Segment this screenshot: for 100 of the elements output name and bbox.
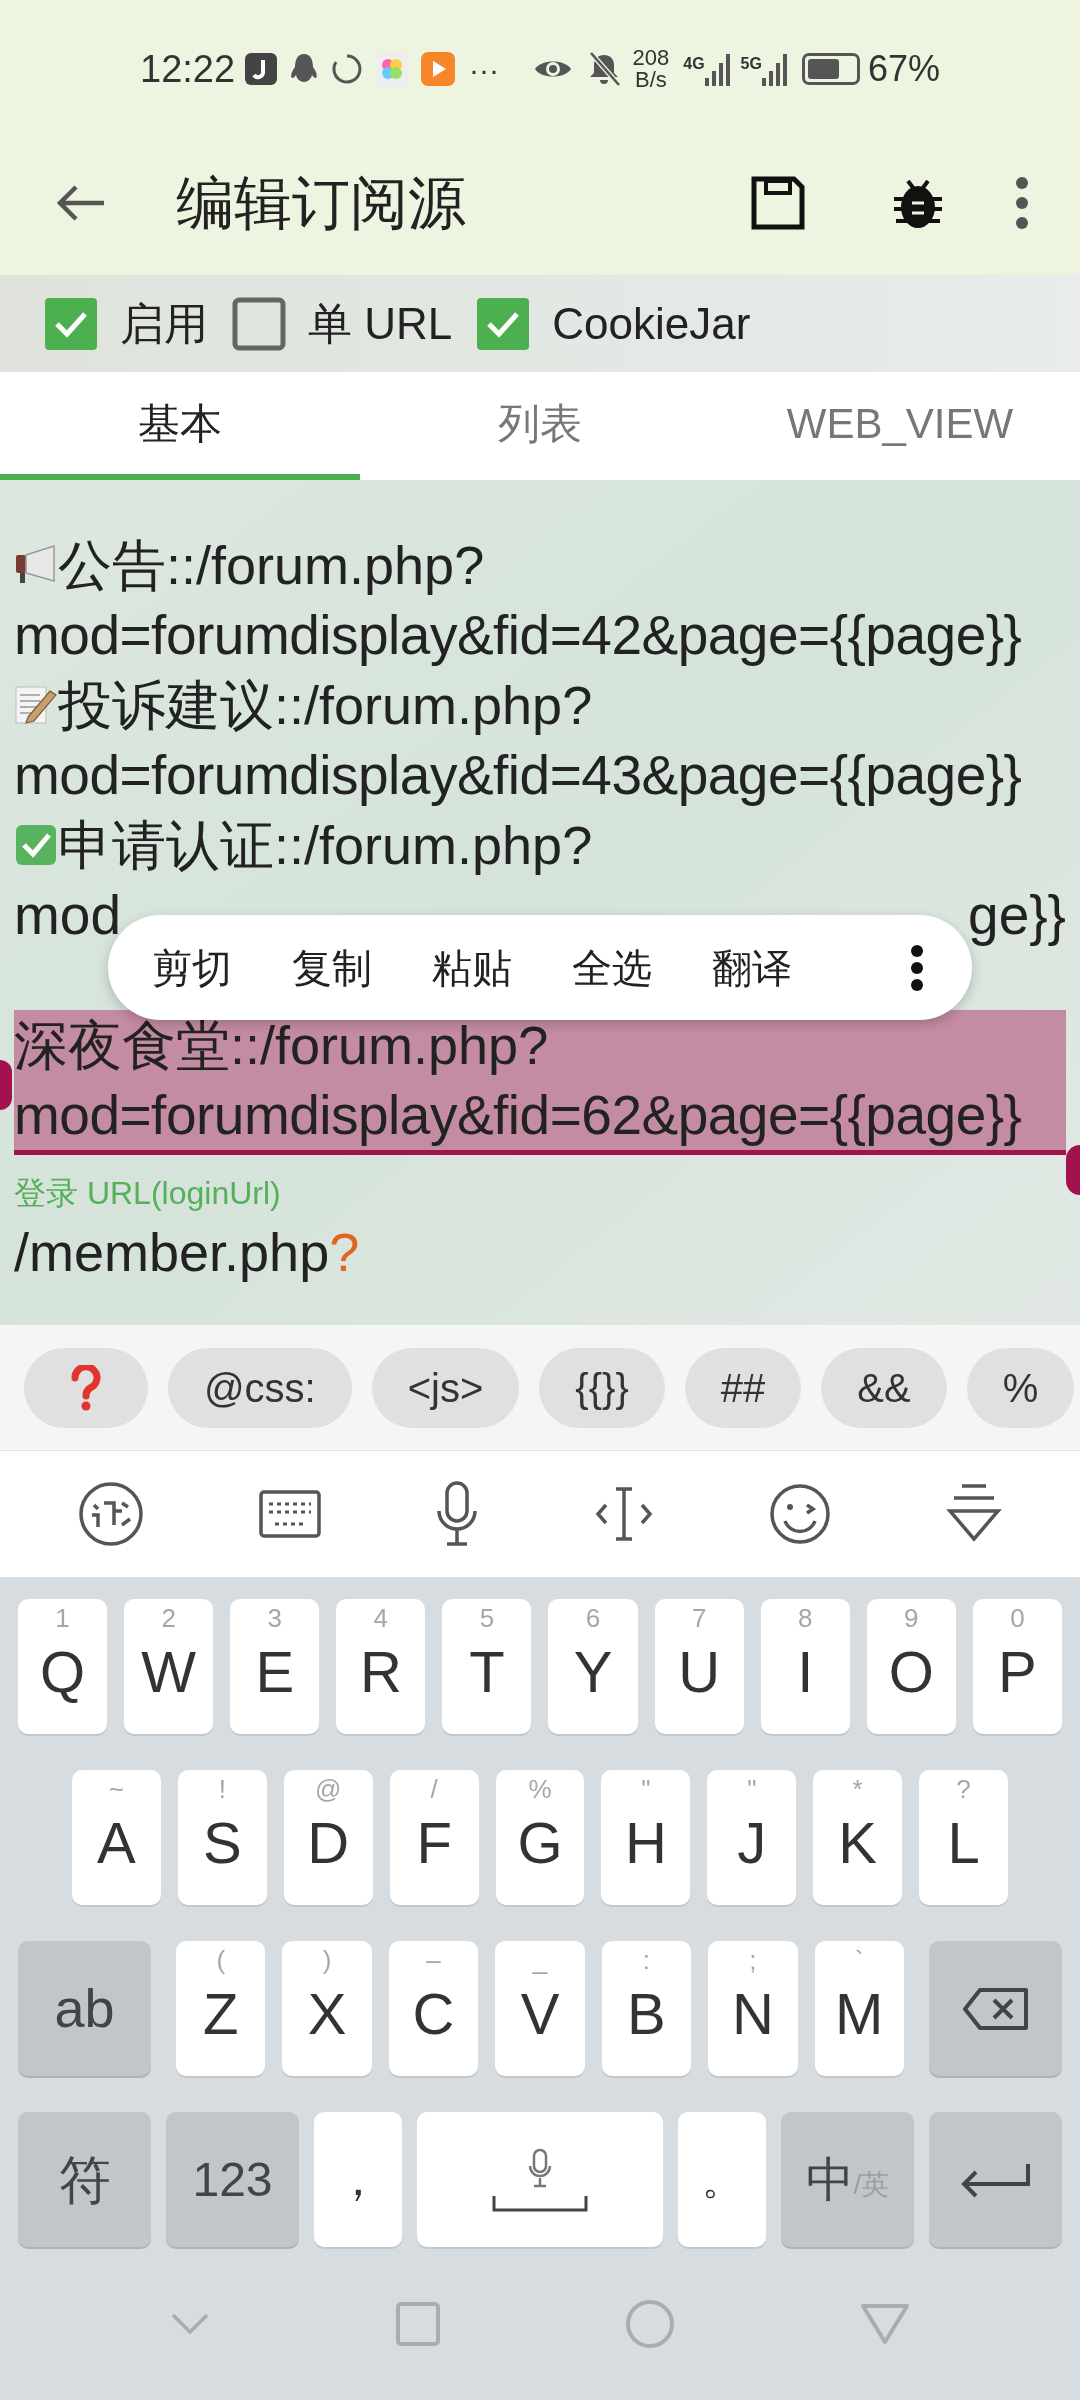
snippet-chip[interactable]: {{}}: [539, 1347, 665, 1428]
logo-icon[interactable]: [77, 1481, 144, 1547]
keyboard-key[interactable]: 8 I: [760, 1599, 850, 1734]
keyboard-key[interactable]: : B: [601, 1941, 692, 2076]
menu-item[interactable]: 翻译: [712, 937, 792, 998]
symbols-key[interactable]: 符: [18, 2112, 151, 2247]
shift-key[interactable]: ab: [18, 1941, 151, 2076]
checkbox[interactable]: [232, 296, 286, 351]
menu-item[interactable]: 粘贴: [432, 937, 512, 998]
snippet-chip[interactable]: <js>: [371, 1347, 520, 1428]
keyboard-key[interactable]: @ D: [283, 1770, 373, 1905]
keyboard-key[interactable]: _ V: [495, 1941, 585, 2076]
more-notifications: ···: [469, 51, 500, 88]
more-icon[interactable]: [910, 943, 924, 992]
checkbox[interactable]: [476, 296, 531, 351]
selection-handle[interactable]: [1066, 1145, 1080, 1195]
key-hint: ): [321, 1945, 333, 1975]
selection-handle[interactable]: [0, 1060, 12, 1110]
key-hint: @: [314, 1774, 343, 1804]
key-hint: –: [425, 1945, 442, 1975]
keyboard-key[interactable]: 2 W: [124, 1599, 214, 1734]
keyboard-key[interactable]: " J: [707, 1770, 797, 1905]
key-hint: 1: [54, 1603, 71, 1633]
keyboard-key[interactable]: 0 P: [972, 1599, 1062, 1734]
key-letter: V: [520, 1984, 560, 2043]
keyboard-icon[interactable]: [259, 1490, 321, 1538]
key-letter: N: [731, 1984, 774, 2043]
menu-item[interactable]: 全选: [572, 937, 652, 998]
menu-item[interactable]: 剪切: [152, 937, 232, 998]
backspace-key[interactable]: [929, 1941, 1062, 2076]
key-hint: 4: [372, 1603, 390, 1633]
enter-key[interactable]: [929, 2112, 1062, 2247]
checkbox[interactable]: [44, 296, 98, 351]
entry-title: 投诉建议::/forum.php?: [58, 673, 593, 737]
entry-title: 深夜食堂::/forum.php?: [14, 1013, 549, 1077]
status-time: 12:22: [140, 46, 236, 92]
keyboard-key[interactable]: * K: [813, 1770, 903, 1905]
keyboard-key[interactable]: 5 T: [442, 1599, 532, 1734]
numbers-key[interactable]: 123: [166, 2112, 299, 2247]
key-hint: 8: [797, 1603, 814, 1633]
keyboard-key[interactable]: " H: [601, 1770, 691, 1905]
battery-percent: 67%: [867, 47, 940, 91]
period-key[interactable]: 。: [678, 2112, 766, 2247]
space-key[interactable]: [417, 2112, 663, 2247]
tab[interactable]: 列表: [360, 372, 720, 480]
backspace-icon: [961, 1986, 1030, 2031]
signal-icon: [704, 52, 731, 86]
back-arrow-icon[interactable]: [56, 182, 106, 223]
menu-item[interactable]: 复制: [292, 937, 372, 998]
entry-query: mod=forumdisplay&fid=42&page={{page}}: [14, 602, 1022, 668]
key-letter: E: [255, 1642, 295, 1701]
key-hint: ;: [748, 1945, 758, 1975]
key-letter: S: [202, 1813, 242, 1872]
entry-title: 公告::/forum.php?: [58, 533, 485, 597]
key-hint: !: [217, 1774, 227, 1804]
speed-unit: B/s: [635, 69, 667, 91]
comma-key[interactable]: ，: [314, 2112, 402, 2247]
key-letter: Z: [203, 1984, 239, 2043]
key-letter: H: [624, 1813, 667, 1872]
save-icon[interactable]: [750, 174, 806, 231]
snippet-chip[interactable]: @css:: [168, 1347, 352, 1428]
signal-icon: [761, 52, 788, 86]
microphone-icon[interactable]: [436, 1481, 479, 1547]
keyboard-key[interactable]: ` M: [814, 1941, 904, 2076]
snippet-chip[interactable]: ##: [684, 1347, 802, 1428]
key-hint: 9: [903, 1603, 920, 1633]
key-letter: R: [359, 1642, 402, 1701]
keyboard-key[interactable]: / F: [389, 1770, 479, 1905]
key-letter: U: [678, 1642, 721, 1701]
enter-icon: [959, 2161, 1032, 2198]
keyboard-key[interactable]: 6 Y: [548, 1599, 638, 1734]
keyboard-key[interactable]: % G: [495, 1770, 585, 1905]
emoji-icon[interactable]: [768, 1483, 831, 1545]
app-notification-icon: [245, 53, 278, 85]
keyboard-key[interactable]: ~ A: [72, 1770, 161, 1905]
key-letter: G: [517, 1813, 563, 1872]
keyboard-key[interactable]: 7 U: [654, 1599, 744, 1734]
keyboard-key[interactable]: ; N: [708, 1941, 798, 2076]
key-letter: C: [412, 1984, 455, 2043]
keyboard-key[interactable]: ? L: [919, 1770, 1008, 1905]
login-url-value: /member.php: [14, 1220, 330, 1284]
keyboard-key[interactable]: ! S: [177, 1770, 267, 1905]
key-letter: Y: [573, 1642, 613, 1701]
keyboard-key[interactable]: 1 Q: [18, 1599, 108, 1734]
keyboard-key[interactable]: 9 O: [866, 1599, 956, 1734]
tab[interactable]: WEB_VIEW: [720, 372, 1080, 480]
memo-icon: [14, 683, 58, 727]
keyboard-key[interactable]: 4 R: [336, 1599, 426, 1734]
snippet-chip[interactable]: %: [966, 1347, 1075, 1428]
more-icon[interactable]: [1014, 176, 1030, 229]
snippet-chip[interactable]: &&: [821, 1347, 947, 1428]
network-speed: 208: [632, 47, 670, 69]
keyboard-key[interactable]: ) X: [282, 1941, 372, 2076]
key-hint: ": [640, 1774, 652, 1804]
key-letter: X: [307, 1984, 347, 2043]
keyboard-key[interactable]: – C: [388, 1941, 479, 2076]
keyboard-key[interactable]: ( Z: [176, 1941, 266, 2076]
key-letter: M: [835, 1984, 884, 2043]
key-letter: J: [737, 1813, 767, 1872]
keyboard-key[interactable]: 3 E: [230, 1599, 320, 1734]
